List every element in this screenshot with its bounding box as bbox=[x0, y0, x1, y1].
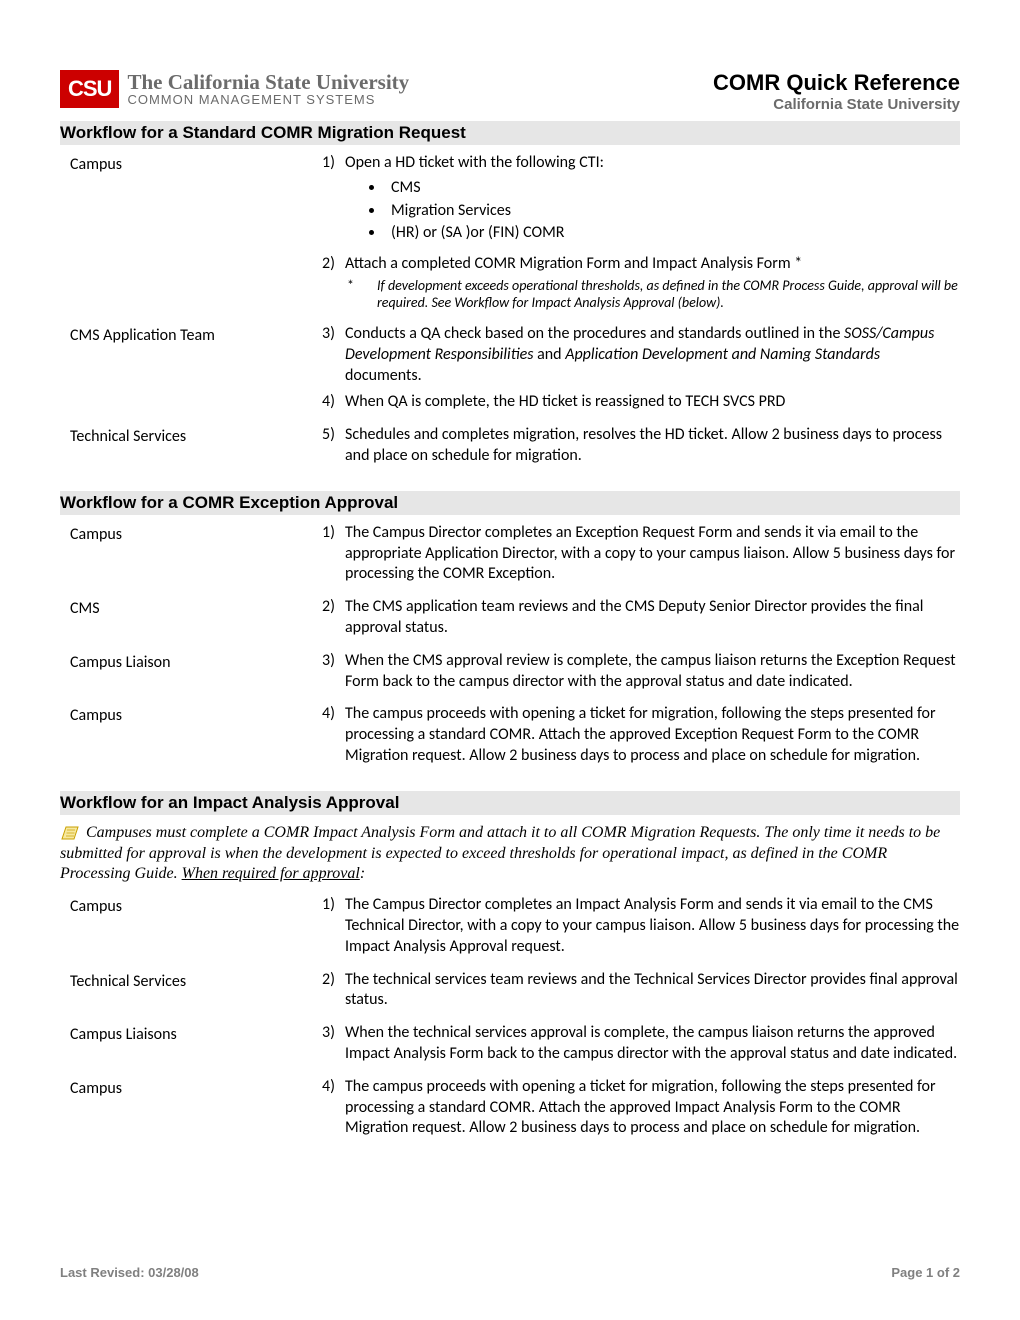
actor-label: Campus bbox=[60, 895, 305, 963]
table-row: Campus 1) The Campus Director completes … bbox=[60, 895, 960, 963]
actor-label: Campus bbox=[60, 704, 305, 772]
table-row: Campus 4) The campus proceeds with openi… bbox=[60, 704, 960, 772]
actor-label: Campus Liaison bbox=[60, 651, 305, 699]
logo-block: CSU The California State University COMM… bbox=[60, 70, 409, 108]
step-text: When QA is complete, the HD ticket is re… bbox=[345, 392, 960, 413]
list-item: CMS bbox=[385, 178, 960, 199]
table-row: Campus 4) The campus proceeds with openi… bbox=[60, 1077, 960, 1145]
table-row: CMS 2) The CMS application team reviews … bbox=[60, 597, 960, 645]
note-text: Campuses must complete a COMR Impact Ana… bbox=[60, 823, 960, 885]
step-text: The campus proceeds with opening a ticke… bbox=[345, 704, 960, 766]
step-text: When the technical services approval is … bbox=[345, 1023, 960, 1065]
table-row: Campus 1) The Campus Director completes … bbox=[60, 523, 960, 591]
table-row: Technical Services 5) Schedules and comp… bbox=[60, 425, 960, 473]
csu-logo-icon: CSU bbox=[60, 70, 119, 108]
step-number: 5) bbox=[305, 425, 345, 467]
actor-label: Technical Services bbox=[60, 425, 305, 473]
step-number: 2) bbox=[305, 254, 345, 312]
doc-title: COMR Quick Reference bbox=[713, 70, 960, 96]
doc-subtitle: California State University bbox=[713, 96, 960, 113]
step-number: 3) bbox=[305, 324, 345, 386]
step-number: 2) bbox=[305, 597, 345, 639]
step-text: Schedules and completes migration, resol… bbox=[345, 425, 960, 467]
step-number: 3) bbox=[305, 1023, 345, 1065]
footer: Last Revised: 03/28/08 Page 1 of 2 bbox=[60, 1265, 960, 1280]
section-heading-impact: Workflow for an Impact Analysis Approval bbox=[60, 791, 960, 815]
actor-label: Campus bbox=[60, 153, 305, 318]
actor-label: Campus bbox=[60, 523, 305, 591]
step-text: The Campus Director completes an Excepti… bbox=[345, 523, 960, 585]
step-text: Open a HD ticket with the following CTI: bbox=[345, 153, 604, 172]
actor-label: CMS bbox=[60, 597, 305, 645]
step-text: The Campus Director completes an Impact … bbox=[345, 895, 960, 957]
step-number: 1) bbox=[305, 895, 345, 957]
table-row: Technical Services 2) The technical serv… bbox=[60, 970, 960, 1018]
actor-label: Technical Services bbox=[60, 970, 305, 1018]
step-text: Conducts a QA check based on the procedu… bbox=[345, 324, 960, 386]
step-text: When the CMS approval review is complete… bbox=[345, 651, 960, 693]
logo-line-2: COMMON MANAGEMENT SYSTEMS bbox=[127, 93, 409, 107]
footer-page: Page 1 of 2 bbox=[891, 1265, 960, 1280]
table-row: CMS Application Team 3) Conducts a QA ch… bbox=[60, 324, 960, 419]
step-number: 1) bbox=[305, 523, 345, 585]
step-text: The CMS application team reviews and the… bbox=[345, 597, 960, 639]
step-text: The campus proceeds with opening a ticke… bbox=[345, 1077, 960, 1139]
actor-label: Campus Liaisons bbox=[60, 1023, 305, 1071]
list-item: (HR) or (SA )or (FIN) COMR bbox=[385, 223, 960, 244]
step-number: 4) bbox=[305, 704, 345, 766]
table-row: Campus 1) Open a HD ticket with the foll… bbox=[60, 153, 960, 318]
section-heading-exception: Workflow for a COMR Exception Approval bbox=[60, 491, 960, 515]
step-text: Attach a completed COMR Migration Form a… bbox=[345, 254, 802, 273]
logo-line-1: The California State University bbox=[127, 71, 409, 93]
step-number: 3) bbox=[305, 651, 345, 693]
step-number: 4) bbox=[305, 392, 345, 413]
footer-revised: Last Revised: 03/28/08 bbox=[60, 1265, 199, 1280]
note-icon bbox=[60, 825, 80, 841]
step-number: 1) bbox=[305, 153, 345, 248]
step-number: 2) bbox=[305, 970, 345, 1012]
actor-label: CMS Application Team bbox=[60, 324, 305, 419]
footnote-mark: * bbox=[345, 277, 377, 312]
actor-label: Campus bbox=[60, 1077, 305, 1145]
header: CSU The California State University COMM… bbox=[60, 70, 960, 113]
step-text: The technical services team reviews and … bbox=[345, 970, 960, 1012]
section-heading-standard: Workflow for a Standard COMR Migration R… bbox=[60, 121, 960, 145]
list-item: Migration Services bbox=[385, 201, 960, 222]
table-row: Campus Liaison 3) When the CMS approval … bbox=[60, 651, 960, 699]
step-number: 4) bbox=[305, 1077, 345, 1139]
table-row: Campus Liaisons 3) When the technical se… bbox=[60, 1023, 960, 1071]
footnote-text: If development exceeds operational thres… bbox=[377, 277, 960, 312]
